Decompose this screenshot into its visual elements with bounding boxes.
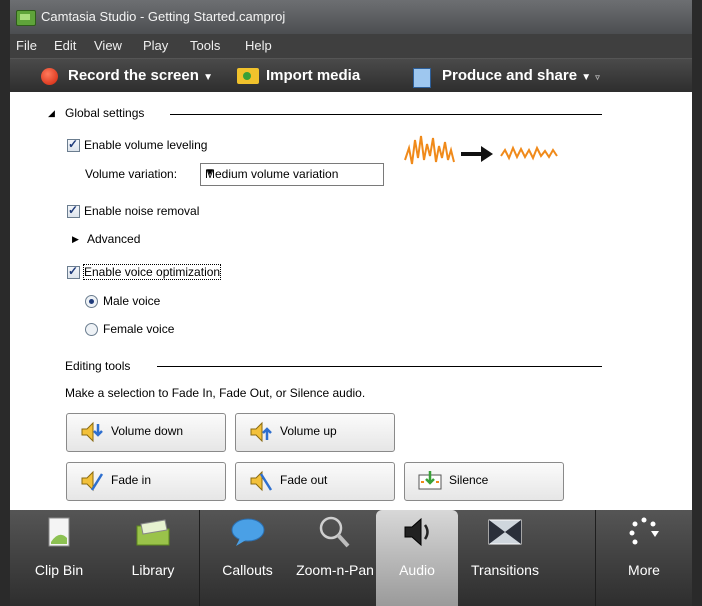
tab-audio[interactable]: Audio: [376, 510, 458, 606]
noise-removal-checkbox[interactable]: [67, 203, 80, 218]
editing-tools-heading: Editing tools: [65, 359, 131, 373]
tab-library[interactable]: Library: [108, 510, 198, 606]
volume-down-button[interactable]: Volume down: [66, 413, 226, 452]
window-title: Camtasia Studio - Getting Started.campro…: [41, 9, 286, 24]
clip-bin-icon: [48, 517, 70, 547]
menu-file[interactable]: File: [16, 38, 37, 53]
record-icon: [41, 68, 58, 85]
tab-transitions[interactable]: Transitions: [459, 510, 551, 606]
camtasia-app-icon: [16, 10, 36, 26]
silence-icon: [418, 471, 442, 490]
male-voice-radio[interactable]: [85, 295, 98, 308]
menu-bar: File Edit View Play Tools Help: [10, 34, 692, 58]
collapse-triangle-icon[interactable]: ◢: [48, 108, 55, 119]
task-tabs: Clip Bin Library Callouts Zoom-n-Pan Aud…: [10, 510, 692, 606]
editing-instructions: Make a selection to Fade In, Fade Out, o…: [65, 386, 366, 400]
arrow-right-icon: [461, 146, 493, 162]
menu-tools[interactable]: Tools: [190, 38, 220, 53]
voice-optimization-label[interactable]: Enable voice optimization: [82, 264, 222, 280]
audio-settings-panel: ◢ Global settings Enable volume leveling…: [10, 92, 692, 510]
volume-up-button[interactable]: Volume up: [235, 413, 395, 452]
section-divider: [157, 366, 602, 367]
expand-triangle-icon[interactable]: ▶: [72, 234, 79, 245]
import-media-icon: [237, 68, 259, 84]
volume-leveling-illustration: [404, 135, 558, 165]
import-media-label: Import media: [266, 67, 361, 84]
female-voice-label[interactable]: Female voice: [103, 322, 174, 336]
tab-more[interactable]: More: [596, 510, 692, 606]
more-dots-icon: [629, 517, 659, 545]
fade-in-icon: [81, 470, 104, 492]
advanced-toggle[interactable]: Advanced: [87, 232, 140, 246]
volume-up-label: Volume up: [280, 424, 337, 438]
volume-leveling-checkbox[interactable]: [67, 137, 80, 152]
produce-share-button[interactable]: Produce and share ▼ ▿: [442, 67, 600, 84]
menu-play[interactable]: Play: [143, 38, 168, 53]
volume-down-icon: [81, 421, 103, 443]
menu-edit[interactable]: Edit: [54, 38, 76, 53]
tab-more-label: More: [628, 562, 660, 578]
fade-out-icon: [250, 470, 273, 492]
speaker-icon: [404, 517, 429, 547]
fade-out-label: Fade out: [280, 473, 328, 487]
noise-removal-label[interactable]: Enable noise removal: [84, 204, 199, 218]
tab-audio-label: Audio: [399, 562, 435, 578]
tab-zoom-n-pan[interactable]: Zoom-n-Pan: [295, 510, 375, 606]
section-divider: [170, 114, 602, 115]
menu-help[interactable]: Help: [245, 38, 272, 53]
library-icon: [136, 519, 170, 546]
title-bar: Camtasia Studio - Getting Started.campro…: [10, 0, 692, 35]
import-media-button[interactable]: Import media: [266, 67, 360, 84]
toolbar-overflow-icon[interactable]: ▿: [595, 72, 600, 82]
produce-share-label: Produce and share: [442, 67, 578, 84]
chevron-down-icon: ▼: [581, 72, 592, 83]
global-settings-heading: Global settings: [65, 106, 145, 120]
tab-transitions-label: Transitions: [471, 562, 539, 578]
tab-clip-bin-label: Clip Bin: [34, 562, 84, 578]
transitions-icon: [488, 519, 522, 545]
record-screen-label: Record the screen: [68, 67, 199, 84]
produce-share-icon: [413, 68, 431, 88]
tab-callouts[interactable]: Callouts: [200, 510, 295, 606]
tab-callouts-label: Callouts: [222, 562, 273, 578]
chevron-down-icon: ▼: [205, 167, 215, 178]
silence-button[interactable]: Silence: [404, 462, 564, 501]
volume-down-label: Volume down: [111, 424, 184, 438]
volume-leveling-label[interactable]: Enable volume leveling: [84, 138, 207, 152]
male-voice-label[interactable]: Male voice: [103, 294, 160, 308]
record-screen-button[interactable]: Record the screen ▼: [68, 67, 213, 84]
main-toolbar: Record the screen ▼ Import media Produce…: [10, 58, 692, 93]
callout-bubble-icon: [231, 518, 264, 546]
fade-out-button[interactable]: Fade out: [235, 462, 395, 501]
magnifier-icon: [319, 516, 350, 548]
chevron-down-icon: ▼: [203, 72, 213, 83]
tab-clip-bin[interactable]: Clip Bin: [10, 510, 108, 606]
volume-up-icon: [250, 421, 272, 443]
menu-view[interactable]: View: [94, 38, 122, 53]
waveform-before-icon: [404, 135, 455, 165]
fade-in-button[interactable]: Fade in: [66, 462, 226, 501]
tab-zoom-n-pan-label: Zoom-n-Pan: [296, 562, 374, 578]
silence-label: Silence: [449, 473, 489, 487]
volume-variation-label: Volume variation:: [85, 167, 178, 181]
fade-in-label: Fade in: [111, 473, 152, 487]
female-voice-radio[interactable]: [85, 323, 98, 336]
voice-optimization-checkbox[interactable]: [67, 264, 80, 279]
waveform-after-icon: [500, 145, 558, 161]
volume-variation-select[interactable]: Medium volume variation ▼: [200, 163, 384, 186]
tab-library-label: Library: [131, 562, 175, 578]
camtasia-window: Camtasia Studio - Getting Started.campro…: [10, 0, 692, 606]
